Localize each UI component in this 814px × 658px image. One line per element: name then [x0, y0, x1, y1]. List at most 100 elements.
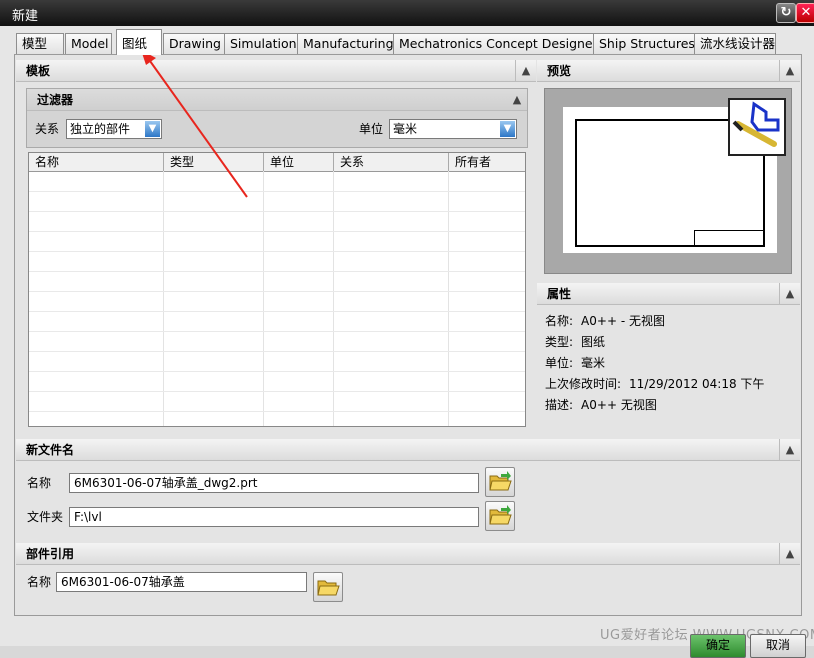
chevron-up-icon[interactable]: ▲ [779, 283, 800, 304]
tab-label: 流水线设计器 [700, 36, 776, 51]
chevron-up-icon[interactable]: ▲ [515, 60, 536, 81]
table-row [29, 371, 525, 372]
section-title: 新文件名 [26, 443, 75, 457]
window-title: 新建 [12, 9, 39, 24]
tab-drawing[interactable]: Drawing [163, 33, 225, 54]
column-header[interactable]: 名称 [29, 153, 164, 171]
section-title: 过滤器 [37, 93, 74, 107]
cancel-button[interactable]: 取消 [750, 634, 806, 658]
tab-label: Manufacturing [303, 36, 394, 51]
column-header[interactable]: 所有者 [449, 153, 525, 171]
tab-mechatronics[interactable]: Mechatronics Concept Designer [393, 33, 598, 54]
table-row [29, 331, 525, 332]
column-divider [163, 171, 164, 426]
property-type: 类型: 图纸 [545, 332, 605, 352]
drawing-template-icon [728, 98, 786, 156]
column-header[interactable]: 类型 [164, 153, 264, 171]
file-name-label: 名称 [27, 476, 52, 490]
folder-open-icon [317, 580, 340, 596]
refresh-icon: ↻ [780, 5, 792, 20]
unit-label: 单位 [359, 122, 384, 136]
property-value: 毫米 [581, 356, 606, 370]
tab-label: Mechatronics Concept Designer [399, 36, 598, 51]
table-row [29, 411, 525, 412]
column-divider [448, 171, 449, 426]
tab-drawing-cn[interactable]: 图纸 [116, 29, 162, 55]
section-title: 模板 [26, 64, 51, 78]
part-name-input[interactable]: 6M6301-06-07轴承盖 [56, 572, 307, 592]
field-value: 6M6301-06-07轴承盖 [61, 575, 185, 589]
property-label: 单位: [545, 356, 574, 370]
templates-table[interactable]: 名称 类型 单位 关系 所有者 [28, 152, 526, 427]
browse-file-button[interactable] [485, 467, 515, 497]
table-row [29, 291, 525, 292]
property-name: 名称: A0++ - 无视图 [545, 311, 665, 331]
table-row [29, 271, 525, 272]
tab-label: Ship Structures [599, 36, 695, 51]
preview-header[interactable]: 预览 ▲ [537, 60, 800, 82]
tab-simulation[interactable]: Simulation [224, 33, 300, 54]
chevron-up-icon[interactable]: ▲ [779, 439, 800, 460]
section-title: 部件引用 [26, 547, 75, 561]
title-block [694, 230, 763, 245]
tab-ship-structures[interactable]: Ship Structures [593, 33, 697, 54]
tab-model-cn[interactable]: 模型 [16, 33, 64, 54]
tab-model[interactable]: Model [65, 33, 112, 54]
select-value: 独立的部件 [70, 122, 131, 136]
column-divider [333, 171, 334, 426]
folder-open-icon [489, 505, 512, 525]
new-file-header[interactable]: 新文件名 ▲ [16, 439, 800, 461]
close-button[interactable]: ✕ [796, 3, 814, 23]
tab-line-designer[interactable]: 流水线设计器 [694, 33, 776, 54]
table-row [29, 391, 525, 392]
column-header[interactable]: 单位 [264, 153, 334, 171]
tab-manufacturing[interactable]: Manufacturing [297, 33, 395, 54]
button-label: 确定 [705, 638, 730, 652]
column-divider [263, 171, 264, 426]
column-label: 类型 [170, 155, 195, 169]
column-header[interactable]: 关系 [334, 153, 449, 171]
unit-select[interactable]: 毫米 ▼ [389, 119, 517, 139]
column-label: 关系 [340, 155, 365, 169]
button-label: 取消 [765, 638, 790, 652]
close-icon: ✕ [800, 5, 812, 20]
table-row [29, 191, 525, 192]
property-label: 类型: [545, 335, 574, 349]
property-value: 11/29/2012 04:18 下午 [629, 377, 765, 391]
folder-input[interactable]: F:\lvl [69, 507, 479, 527]
property-label: 上次修改时间: [545, 377, 622, 391]
templates-header[interactable]: 模板 ▲ [16, 60, 536, 82]
tab-label: 图纸 [122, 36, 148, 51]
help-button[interactable]: ↻ [776, 3, 796, 23]
properties-header[interactable]: 属性 ▲ [537, 283, 800, 305]
part-reference-header[interactable]: 部件引用 ▲ [16, 543, 800, 565]
table-row [29, 251, 525, 252]
field-value: F:\lvl [74, 510, 102, 524]
column-label: 名称 [35, 155, 60, 169]
part-name-label: 名称 [27, 575, 52, 589]
browse-folder-button[interactable] [485, 501, 515, 531]
property-value: 图纸 [581, 335, 606, 349]
ok-button[interactable]: 确定 [690, 634, 746, 658]
column-label: 所有者 [455, 155, 492, 169]
section-title: 属性 [547, 287, 572, 301]
column-label: 单位 [270, 155, 295, 169]
folder-label: 文件夹 [27, 510, 64, 524]
relation-select[interactable]: 独立的部件 ▼ [66, 119, 162, 139]
property-value: A0++ 无视图 [581, 398, 657, 412]
relation-label: 关系 [35, 122, 60, 136]
table-row [29, 311, 525, 312]
title-bar: 新建 ↻ ✕ [0, 0, 814, 26]
filter-header[interactable]: 过滤器 ▲ [27, 89, 527, 111]
chevron-up-icon[interactable]: ▲ [779, 543, 800, 564]
chevron-up-icon[interactable]: ▲ [507, 89, 527, 110]
table-row [29, 211, 525, 212]
chevron-up-icon[interactable]: ▲ [779, 60, 800, 81]
field-value: 6M6301-06-07轴承盖_dwg2.prt [74, 476, 258, 490]
tab-label: Simulation [230, 36, 297, 51]
browse-part-button[interactable] [313, 572, 343, 602]
file-name-input[interactable]: 6M6301-06-07轴承盖_dwg2.prt [69, 473, 479, 493]
property-description: 描述: A0++ 无视图 [545, 395, 657, 415]
property-unit: 单位: 毫米 [545, 353, 605, 373]
folder-open-icon [489, 471, 512, 491]
